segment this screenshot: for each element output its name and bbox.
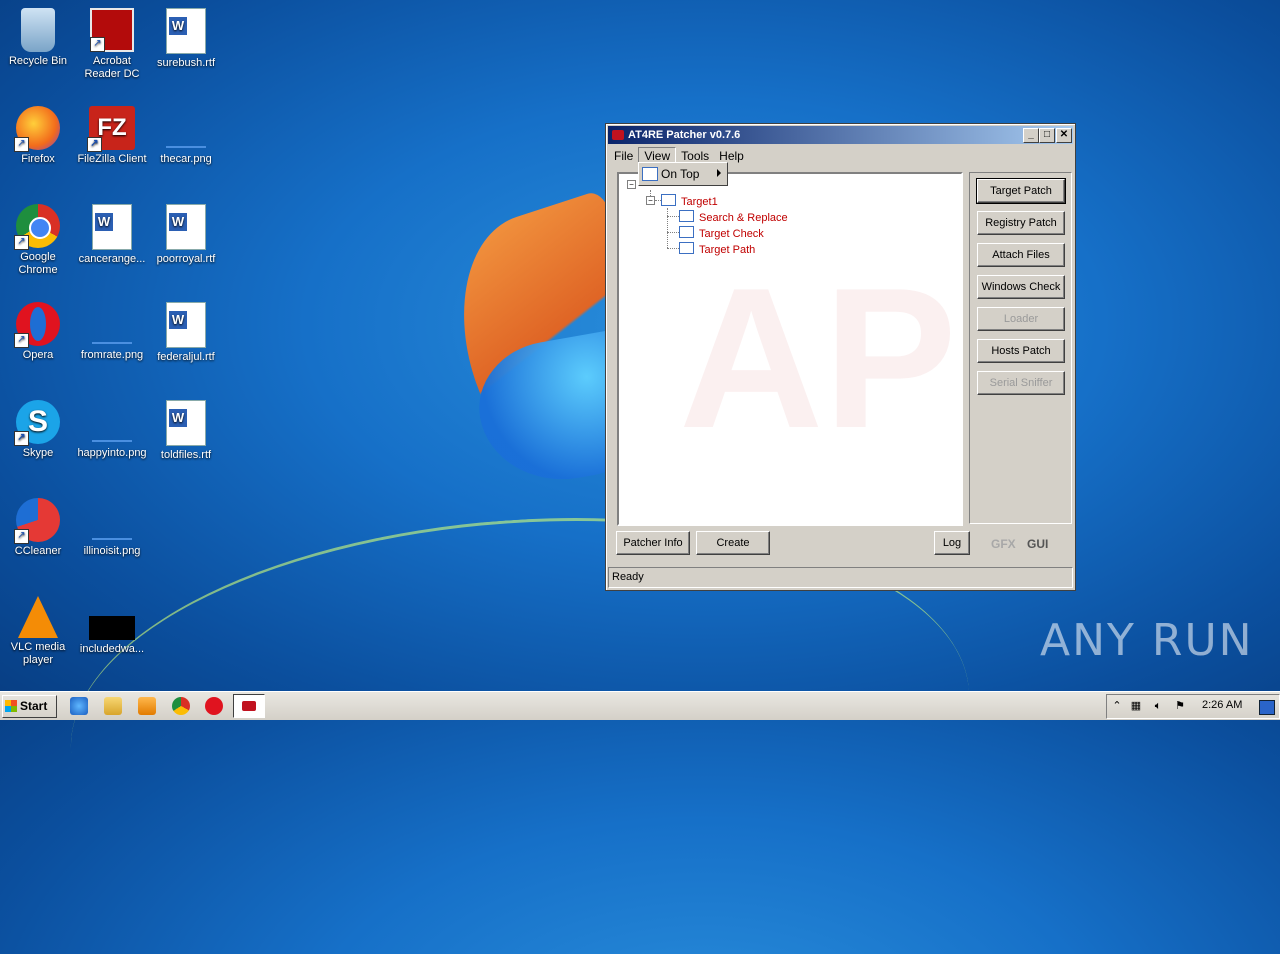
minimize-button[interactable]: _ — [1023, 128, 1039, 143]
at4re-taskbar-button[interactable] — [233, 694, 265, 718]
window-icon — [642, 167, 658, 181]
desktop-icon-filezilla[interactable]: FZ ↗ FileZilla Client — [74, 106, 150, 166]
node-window-icon — [679, 242, 694, 254]
desktop-icon-skype[interactable]: S ↗ Skype — [0, 400, 76, 460]
rtf-document-icon — [166, 400, 206, 446]
tree-node-search-replace[interactable]: Search & Replace — [679, 210, 788, 224]
opera-icon: ↗ — [14, 302, 60, 348]
hosts-patch-button[interactable]: Hosts Patch — [977, 339, 1065, 363]
clock[interactable]: 2:26 AM — [1202, 699, 1242, 711]
desktop-icon-federaljul[interactable]: federaljul.rtf — [148, 302, 224, 364]
windows-flag-icon — [5, 700, 17, 712]
taskbar: Start ⌃ ▦ 🔈︎ ⚑ 2:26 AM — [0, 691, 1280, 720]
maximize-button[interactable]: □ — [1039, 128, 1055, 143]
window-title: AT4RE Patcher v0.7.6 — [628, 129, 741, 141]
menu-file[interactable]: File — [609, 146, 638, 166]
patch-tree-view[interactable]: AP − − Target1 Search & Replace Target C… — [617, 172, 963, 526]
rtf-document-icon — [166, 302, 206, 348]
tree-line — [667, 232, 679, 233]
serial-sniffer-button[interactable]: Serial Sniffer — [977, 371, 1065, 395]
desktop-icon-happyinto[interactable]: happyinto.png — [74, 400, 150, 460]
tree-node-target-path[interactable]: Target Path — [679, 242, 755, 256]
tree-line — [667, 208, 668, 248]
ccleaner-icon: ↗ — [14, 498, 60, 544]
gfx-toggle[interactable]: GFX — [991, 537, 1016, 551]
loader-button[interactable]: Loader — [977, 307, 1065, 331]
opera-taskbar-icon[interactable] — [205, 697, 223, 715]
view-dropdown-menu: On Top — [638, 162, 728, 186]
window-titlebar[interactable]: AT4RE Patcher v0.7.6 _ □ ✕ — [608, 126, 1073, 144]
show-hidden-icons-chevron-icon[interactable]: ⌃ — [1110, 700, 1124, 713]
desktop-icon-vlc[interactable]: VLC media player — [0, 596, 76, 667]
gui-toggle[interactable]: GUI — [1027, 537, 1048, 551]
tree-line — [667, 216, 679, 217]
tree-node-target1[interactable]: Target1 — [661, 194, 718, 208]
png-file-icon — [164, 106, 208, 150]
recycle-bin-icon — [21, 8, 55, 52]
acrobat-icon: ↗ — [90, 8, 134, 52]
at4re-watermark-logo: AP — [679, 247, 957, 470]
menu-item-on-top[interactable]: On Top — [661, 167, 699, 181]
firefox-icon: ↗ — [14, 106, 60, 152]
target-patch-button[interactable]: Target Patch — [976, 178, 1066, 204]
vlc-cone-icon — [18, 596, 58, 638]
collapse-target-icon[interactable]: − — [646, 196, 655, 205]
windows-check-button[interactable]: Windows Check — [977, 275, 1065, 299]
desktop-icon-toldfiles[interactable]: toldfiles.rtf — [148, 400, 224, 462]
chrome-taskbar-icon[interactable] — [172, 697, 190, 715]
desktop-icon-chrome[interactable]: ↗ Google Chrome — [0, 204, 76, 277]
desktop-icon-ccleaner[interactable]: ↗ CCleaner — [0, 498, 76, 558]
desktop-icon-acrobat[interactable]: ↗ Acrobat Reader DC — [74, 8, 150, 81]
node-window-icon — [679, 210, 694, 222]
filezilla-icon: FZ ↗ — [87, 106, 135, 152]
status-bar: Ready — [608, 567, 1073, 588]
attach-files-button[interactable]: Attach Files — [977, 243, 1065, 267]
black-image-file-icon — [89, 616, 135, 640]
registry-patch-button[interactable]: Registry Patch — [977, 211, 1065, 235]
desktop-icon-illinoisit[interactable]: illinoisit.png — [74, 498, 150, 558]
action-center-flag-icon[interactable]: ⚑ — [1173, 700, 1187, 713]
patcher-window: AT4RE Patcher v0.7.6 _ □ ✕ File View Tools… — [605, 123, 1076, 591]
desktop-icon-cancerange[interactable]: cancerange... — [74, 204, 150, 266]
anyrun-watermark: ANY RUN — [1040, 615, 1254, 666]
start-button[interactable]: Start — [2, 695, 57, 718]
media-player-icon[interactable] — [138, 697, 156, 715]
tree-line — [667, 248, 679, 249]
network-icon[interactable]: ▦ — [1129, 700, 1143, 713]
png-file-icon — [90, 302, 134, 346]
desktop-icon-opera[interactable]: ↗ Opera — [0, 302, 76, 362]
desktop-icon-firefox[interactable]: ↗ Firefox — [0, 106, 76, 166]
desktop-icon-thecar[interactable]: thecar.png — [148, 106, 224, 166]
submenu-arrow-icon — [717, 169, 721, 177]
collapse-root-icon[interactable]: − — [627, 180, 636, 189]
patch-buttons-panel: Target Patch Registry Patch Attach Files… — [969, 172, 1072, 524]
system-tray: ⌃ ▦ 🔈︎ ⚑ 2:26 AM — [1106, 694, 1280, 719]
desktop-icon-recycle-bin[interactable]: Recycle Bin — [0, 8, 76, 68]
create-button[interactable]: Create — [696, 531, 770, 555]
png-file-icon — [90, 498, 134, 542]
skype-icon: S ↗ — [14, 400, 60, 446]
tree-node-target-check[interactable]: Target Check — [679, 226, 764, 240]
patcher-info-button[interactable]: Patcher Info — [616, 531, 690, 555]
at4re-app-icon — [242, 701, 256, 711]
file-explorer-icon[interactable] — [104, 697, 122, 715]
node-window-icon — [661, 194, 676, 206]
show-desktop-icon[interactable] — [1259, 700, 1275, 715]
desktop-icon-fromrate[interactable]: fromrate.png — [74, 302, 150, 362]
desktop-icon-includedwa[interactable]: includedwa... — [74, 596, 150, 656]
word-document-icon — [92, 204, 132, 250]
close-button[interactable]: ✕ — [1056, 128, 1072, 143]
node-window-icon — [679, 226, 694, 238]
desktop-icon-surebush[interactable]: surebush.rtf — [148, 8, 224, 70]
chrome-icon: ↗ — [14, 204, 60, 250]
desktop-icon-poorroyal[interactable]: poorroyal.rtf — [148, 204, 224, 266]
internet-explorer-icon[interactable] — [70, 697, 88, 715]
png-file-icon — [90, 400, 134, 444]
rtf-document-icon — [166, 8, 206, 54]
volume-icon[interactable]: 🔈︎ — [1151, 700, 1165, 713]
at4re-logo-icon — [612, 130, 624, 140]
rtf-document-icon — [166, 204, 206, 250]
log-button[interactable]: Log — [934, 531, 970, 555]
